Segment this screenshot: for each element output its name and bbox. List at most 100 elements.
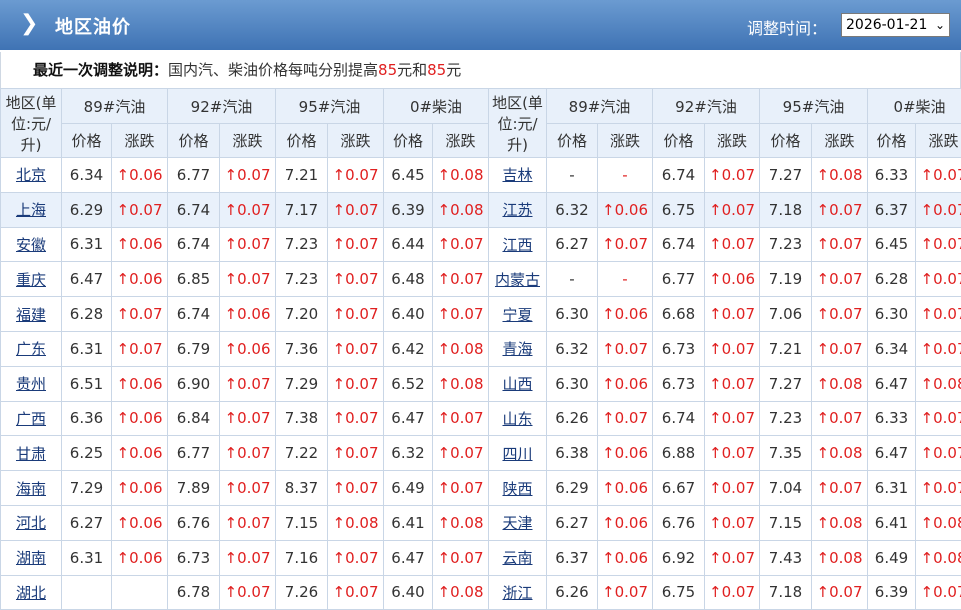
price-cell: 6.41 [868,505,916,540]
change-cell: ↑0.07 [812,297,868,332]
price-cell: 6.39 [868,575,916,610]
region-link[interactable]: 四川 [502,445,532,463]
region-link[interactable]: 陕西 [502,480,532,498]
region-cell: 浙江 [489,575,547,610]
region-link[interactable]: 广东 [16,340,46,358]
region-link[interactable]: 江苏 [502,201,532,219]
region-cell: 湖南 [1,540,62,575]
change-header: 涨跌 [812,124,868,158]
change-cell: ↑0.07 [220,366,276,401]
region-cell: 海南 [1,471,62,506]
price-cell: 7.36 [276,331,328,366]
price-cell: 6.73 [168,540,220,575]
region-link[interactable]: 海南 [16,480,46,498]
table-row: 广西6.36↑0.066.84↑0.077.38↑0.076.47↑0.07山东… [1,401,961,436]
price-header: 价格 [62,124,112,158]
region-link[interactable]: 云南 [502,549,532,567]
price-cell: 6.27 [547,505,598,540]
price-cell: 6.31 [62,331,112,366]
change-header: 涨跌 [705,124,760,158]
price-cell: 6.39 [384,192,433,227]
diesel-increase-value: 85 [427,61,446,79]
change-cell: ↑0.07 [916,262,961,297]
change-cell: ↑0.06 [112,158,168,193]
chevron-right-icon[interactable]: ❯ [20,11,38,36]
change-cell: ↑0.08 [812,436,868,471]
table-row: 重庆6.47↑0.066.85↑0.077.23↑0.076.48↑0.07内蒙… [1,262,961,297]
notice-mid: 元和 [397,61,427,79]
date-select[interactable]: 2026-01-21 ⌄ [841,13,950,37]
price-cell: 6.30 [868,297,916,332]
region-link[interactable]: 广西 [16,410,46,428]
date-select-value: 2026-01-21 [846,17,927,33]
region-cell: 广西 [1,401,62,436]
price-cell: 6.40 [384,297,433,332]
price-header: 价格 [384,124,433,158]
change-cell [112,575,168,610]
price-cell: 6.73 [653,366,705,401]
price-cell: 6.31 [868,471,916,506]
change-cell: ↑0.07 [705,297,760,332]
change-header: 涨跌 [433,124,489,158]
region-link[interactable]: 山东 [502,410,532,428]
change-cell: ↑0.07 [705,505,760,540]
change-cell: ↑0.07 [220,575,276,610]
region-link[interactable]: 青海 [502,340,532,358]
region-link[interactable]: 河北 [16,514,46,532]
change-cell: ↑0.07 [705,401,760,436]
region-link[interactable]: 山西 [502,375,532,393]
change-header: 涨跌 [598,124,653,158]
fuel-header-92: 92#汽油 [168,89,276,124]
change-cell: ↑0.08 [433,366,489,401]
change-cell: ↑0.08 [812,158,868,193]
region-link[interactable]: 上海 [16,201,46,219]
change-cell: ↑0.08 [916,505,961,540]
region-header: 地区(单位:元/升) [1,89,62,158]
price-cell: 6.77 [168,158,220,193]
change-cell: ↑0.07 [112,297,168,332]
price-cell: 7.23 [276,262,328,297]
change-header: 涨跌 [220,124,276,158]
region-link[interactable]: 内蒙古 [495,271,540,289]
change-cell: ↑0.07 [220,401,276,436]
change-cell: ↑0.07 [812,262,868,297]
change-cell: ↑0.07 [220,471,276,506]
region-link[interactable]: 湖北 [16,584,46,602]
region-link[interactable]: 福建 [16,306,46,324]
region-link[interactable]: 宁夏 [502,306,532,324]
price-cell: 7.26 [276,575,328,610]
change-cell: ↑0.07 [705,540,760,575]
change-cell: ↑0.07 [433,471,489,506]
price-cell: 6.40 [384,575,433,610]
region-link[interactable]: 湖南 [16,549,46,567]
price-cell: 6.67 [653,471,705,506]
price-cell: 6.47 [62,262,112,297]
price-cell: 6.36 [62,401,112,436]
region-link[interactable]: 浙江 [502,584,532,602]
region-link[interactable]: 江西 [502,236,532,254]
price-cell: - [547,158,598,193]
change-cell: ↑0.07 [220,505,276,540]
price-cell: 6.45 [868,227,916,262]
region-link[interactable]: 安徽 [16,236,46,254]
price-cell: 7.29 [62,471,112,506]
change-cell: ↑0.07 [433,297,489,332]
region-link[interactable]: 贵州 [16,375,46,393]
region-link[interactable]: 甘肃 [16,445,46,463]
fuel-header-89-right: 89#汽油 [547,89,653,124]
price-table-body: 北京6.34↑0.066.77↑0.077.21↑0.076.45↑0.08吉林… [1,158,961,610]
fuel-header-diesel: 0#柴油 [384,89,489,124]
price-header: 价格 [653,124,705,158]
price-cell: 6.79 [168,331,220,366]
price-cell: 6.34 [62,158,112,193]
region-link[interactable]: 吉林 [502,166,532,184]
region-link[interactable]: 天津 [502,514,532,532]
table-row: 贵州6.51↑0.066.90↑0.077.29↑0.076.52↑0.08山西… [1,366,961,401]
region-link[interactable]: 重庆 [16,271,46,289]
change-cell: ↑0.08 [812,366,868,401]
region-link[interactable]: 北京 [16,166,46,184]
change-cell: ↑0.06 [598,192,653,227]
price-cell: 6.32 [547,331,598,366]
table-row: 上海6.29↑0.076.74↑0.077.17↑0.076.39↑0.08江苏… [1,192,961,227]
change-cell: ↑0.07 [328,575,384,610]
